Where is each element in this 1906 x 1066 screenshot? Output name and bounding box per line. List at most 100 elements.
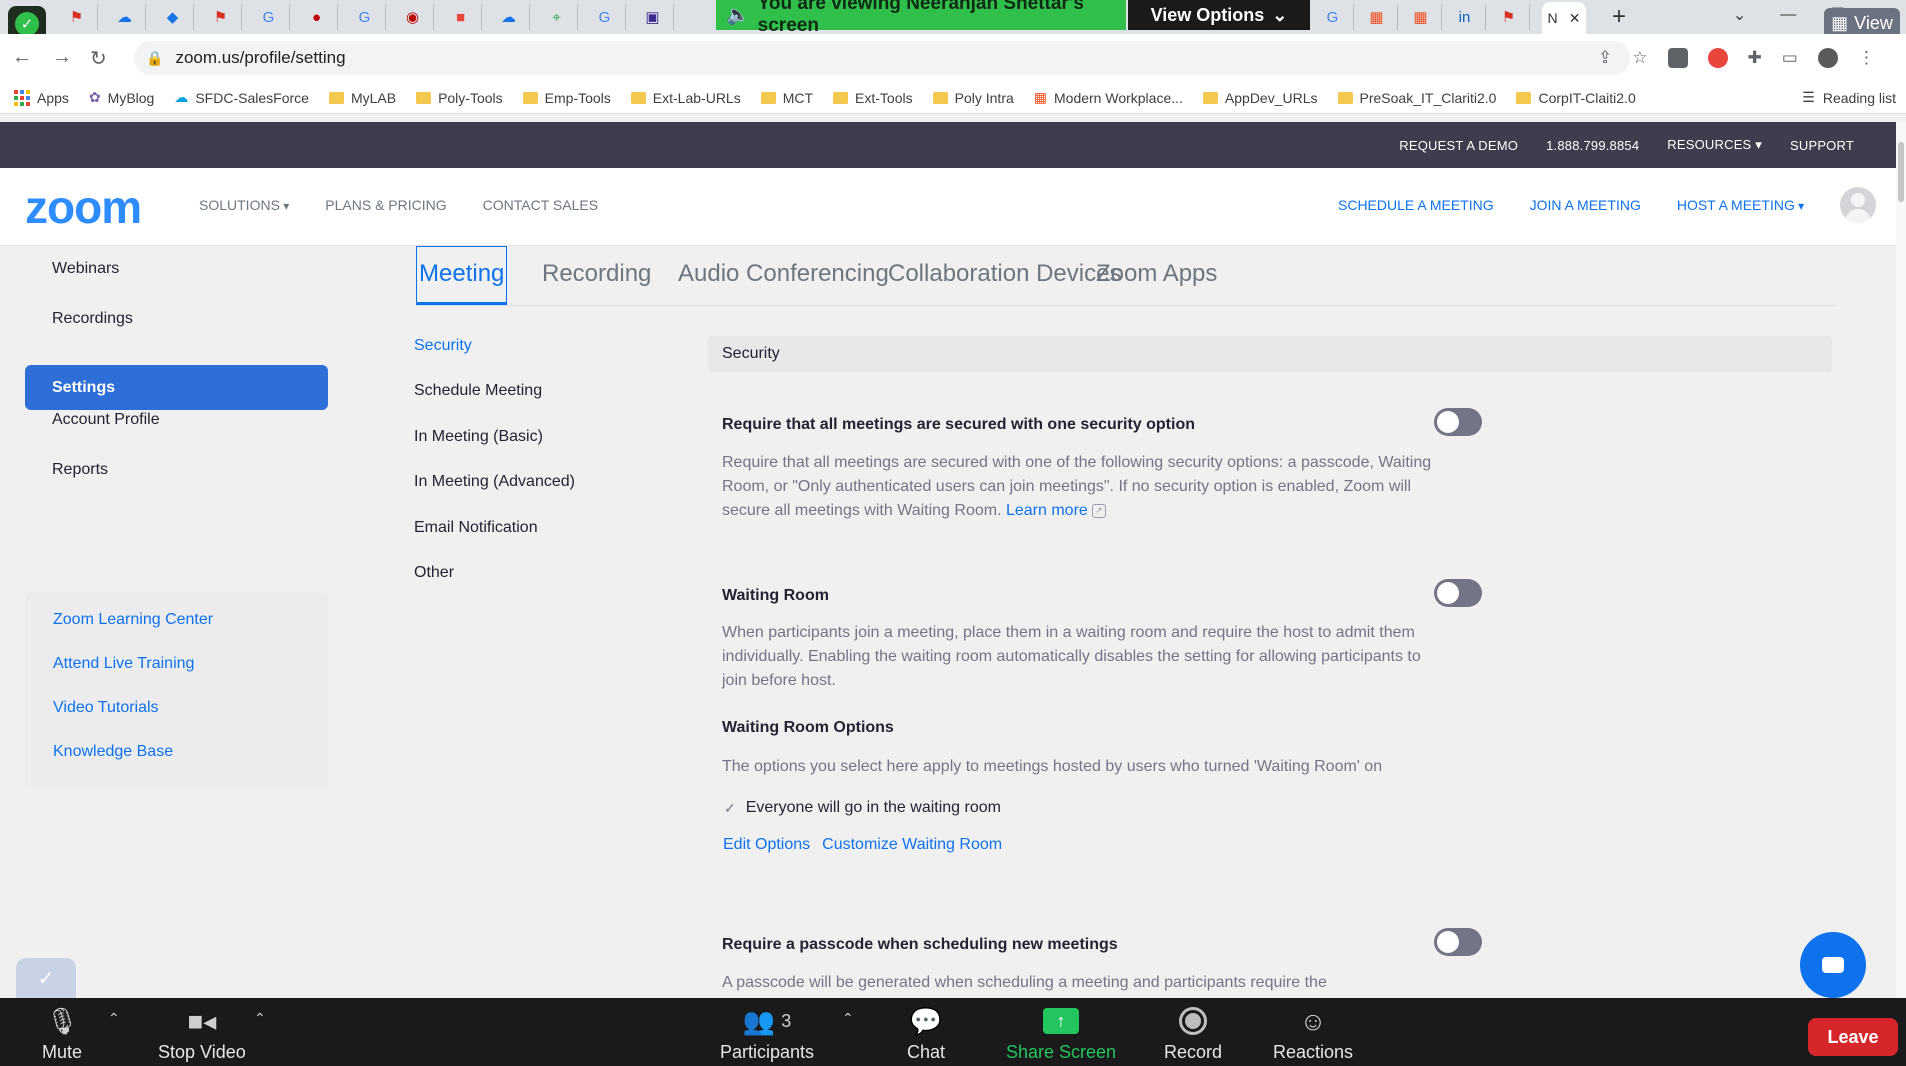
chevron-up-icon[interactable]: ⌃ [254,1010,266,1027]
browser-tab[interactable]: ☁ [104,4,146,30]
mute-button[interactable]: 🎙 Mute [42,1006,82,1063]
page-scrollbar[interactable] [1896,122,1906,998]
bookmark-myblog[interactable]: ✿ MyBlog [89,89,154,106]
learn-more-link[interactable]: Learn more [1006,502,1088,519]
browser-tab[interactable]: ⚑ [1488,4,1530,30]
reading-list-button[interactable]: ☰ Reading list [1802,89,1896,106]
browser-tab[interactable]: in [1444,4,1486,30]
extension-icon[interactable] [1707,48,1728,68]
cast-icon[interactable]: ▭ [1782,48,1798,68]
schedule-meeting-link[interactable]: SCHEDULE A MEETING [1338,197,1494,213]
record-button[interactable]: Record [1164,1006,1222,1063]
tab-meeting[interactable]: Meeting [416,246,508,305]
security-option-toggle[interactable] [1434,408,1482,436]
security-shield-icon[interactable]: ✓ [16,958,76,998]
zoom-learning-center-link[interactable]: Zoom Learning Center [53,611,213,629]
bookmark-apps[interactable]: Apps [14,89,69,106]
bookmark-sfdc[interactable]: ☁ SFDC-SalesForce [174,89,309,106]
video-tutorials-link[interactable]: Video Tutorials [53,699,159,717]
kebab-menu-icon[interactable]: ⋮ [1858,48,1875,68]
sidebar-item-account-profile[interactable]: Account Profile [25,397,328,442]
bookmark-folder[interactable]: Emp-Tools [522,90,611,106]
bookmark-folder[interactable]: MyLAB [328,90,396,106]
participants-button[interactable]: 👥 3 Participants [720,1006,814,1063]
solutions-menu[interactable]: SOLUTIONS [199,197,289,213]
bookmark-folder[interactable]: CorpIT-Claiti2.0 [1516,90,1636,106]
browser-tab[interactable]: ◉ [392,4,434,30]
leave-button[interactable]: Leave [1808,1018,1898,1056]
bookmark-folder[interactable]: Poly Intra [932,90,1014,106]
chevron-up-icon[interactable]: ⌃ [108,1010,120,1027]
url-field[interactable]: 🔒 zoom.us/profile/setting [134,41,1630,75]
stop-video-button[interactable]: ■◂ Stop Video [158,1006,246,1063]
browser-tab[interactable]: ■ [440,4,482,30]
bookmark-folder[interactable]: PreSoak_IT_Clariti2.0 [1337,90,1496,106]
browser-tab[interactable]: G [344,4,386,30]
waiting-room-toggle[interactable] [1434,579,1482,607]
browser-tab[interactable]: ◆ [152,4,194,30]
share-screen-button[interactable]: ↑ Share Screen [1006,1006,1116,1063]
minimize-icon[interactable]: — [1780,6,1796,24]
tab-audio-conferencing[interactable]: Audio Conferencing [678,260,889,288]
request-demo-link[interactable]: REQUEST A DEMO [1399,138,1518,153]
support-link[interactable]: SUPPORT [1790,138,1854,153]
sidebar-item-recordings[interactable]: Recordings [25,296,328,341]
chat-bubble-icon[interactable] [1800,932,1866,998]
subnav-other[interactable]: Other [414,564,454,582]
extensions-icon[interactable]: ✚ [1748,48,1762,68]
contact-sales-link[interactable]: CONTACT SALES [483,197,598,213]
browser-tab[interactable]: ☁ [488,4,530,30]
active-browser-tab[interactable]: N ✕ [1542,2,1586,34]
back-icon[interactable]: ← [12,46,32,69]
chat-button[interactable]: 💬 Chat [907,1006,945,1063]
bookmark-folder[interactable]: MCT [760,90,813,106]
bookmark-folder[interactable]: Ext-Lab-URLs [630,90,741,106]
tab-recording[interactable]: Recording [542,260,651,288]
share-icon[interactable]: ⇪ [1598,48,1612,68]
subnav-in-meeting-basic[interactable]: In Meeting (Basic) [414,428,543,446]
subnav-security[interactable]: Security [414,337,472,355]
bookmark-folder[interactable]: AppDev_URLs [1202,90,1318,106]
avatar[interactable] [1840,187,1876,223]
edit-options-link[interactable]: Edit Options [723,836,810,854]
sidebar-item-reports[interactable]: Reports [25,447,328,492]
bookmark-folder[interactable]: Ext-Tools [833,90,913,106]
subnav-in-meeting-advanced[interactable]: In Meeting (Advanced) [414,473,575,491]
browser-tab[interactable]: G [1312,4,1354,30]
browser-tab[interactable]: ▣ [632,4,674,30]
host-meeting-menu[interactable]: HOST A MEETING [1677,197,1804,213]
passcode-toggle[interactable] [1434,928,1482,956]
phone-number[interactable]: 1.888.799.8854 [1546,138,1639,153]
browser-tab[interactable]: ⚑ [200,4,242,30]
tab-zoom-apps[interactable]: Zoom Apps [1096,260,1217,288]
browser-tab[interactable]: ● [296,4,338,30]
browser-tab[interactable]: ⚑ [56,4,98,30]
browser-tab[interactable]: ▦ [1356,4,1398,30]
browser-tab[interactable]: G [584,4,626,30]
sidebar-item-webinars[interactable]: Webinars [25,246,328,291]
forward-icon[interactable]: → [52,46,72,69]
close-icon[interactable]: ✕ [1569,10,1581,27]
bookmark-modern-workplace[interactable]: ▦ Modern Workplace... [1034,89,1183,106]
star-icon[interactable]: ☆ [1632,48,1647,68]
subnav-schedule-meeting[interactable]: Schedule Meeting [414,382,542,400]
attend-live-training-link[interactable]: Attend Live Training [53,655,194,673]
profile-avatar-icon[interactable] [1817,48,1838,68]
chevron-up-icon[interactable]: ⌃ [842,1010,854,1027]
view-options-button[interactable]: View Options ⌄ [1128,0,1310,30]
new-tab-button[interactable]: + [1604,2,1634,32]
resources-menu[interactable]: RESOURCES [1667,137,1762,153]
plans-pricing-link[interactable]: PLANS & PRICING [325,197,446,213]
browser-tab[interactable]: ▦ [1400,4,1442,30]
zoom-logo[interactable]: zoom [25,180,142,234]
browser-tab[interactable]: ⌖ [536,4,578,30]
reactions-button[interactable]: ☺ Reactions [1273,1006,1353,1063]
tab-search-icon[interactable]: ⌄ [1733,5,1746,25]
join-meeting-link[interactable]: JOIN A MEETING [1530,197,1641,213]
browser-tab[interactable]: G [248,4,290,30]
knowledge-base-link[interactable]: Knowledge Base [53,743,173,761]
extension-icon[interactable] [1667,48,1688,68]
subnav-email-notification[interactable]: Email Notification [414,519,538,537]
reload-icon[interactable]: ↻ [90,46,107,71]
tab-collaboration-devices[interactable]: Collaboration Devices [888,260,1121,288]
